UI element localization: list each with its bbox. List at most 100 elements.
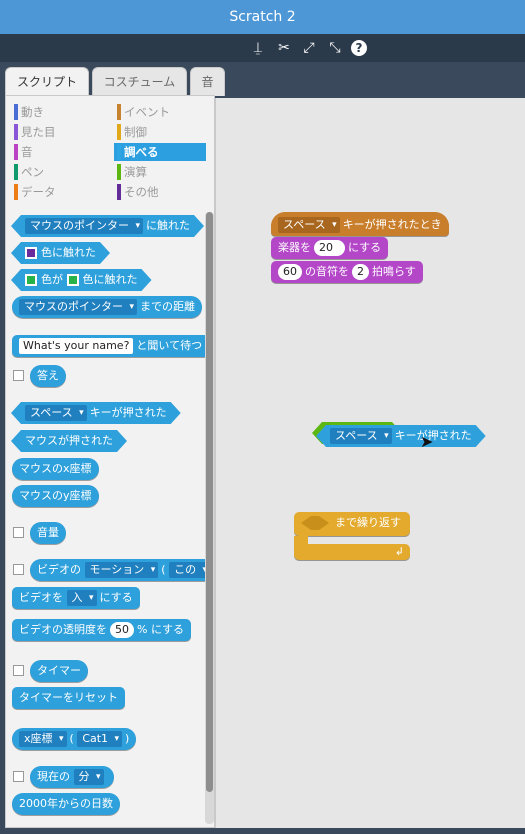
block-video-transparency[interactable]: ビデオの透明度を 50% にする <box>12 619 192 641</box>
instrument-input[interactable]: 20 <box>314 240 345 256</box>
sprite-dropdown[interactable]: Cat1 <box>77 731 123 747</box>
block-play-note[interactable]: 60 の音符を 2 拍鳴らす <box>271 261 423 283</box>
color-swatch[interactable] <box>25 247 37 259</box>
block-text: 答え <box>37 369 59 382</box>
block-text: ( <box>161 563 166 576</box>
block-text: まで繰り返す <box>335 516 401 529</box>
note-input[interactable]: 60 <box>278 264 302 280</box>
block-text: マウスのx座標 <box>19 462 92 475</box>
category-label: ペン <box>21 165 44 179</box>
palette-block-list: マウスのポインターに触れた 色に触れた 色が 色に触れた マウスのポインターまで… <box>6 211 206 827</box>
block-text: 色に触れた <box>41 246 96 259</box>
distance-target-dropdown[interactable]: マウスのポインター <box>19 299 137 315</box>
block-touching[interactable]: マウスのポインターに触れた <box>11 215 204 237</box>
block-text: ビデオの <box>37 563 81 576</box>
block-key-pressed-dragged[interactable]: スペースキーが押された <box>316 425 486 447</box>
block-mouse-x[interactable]: マウスのx座標 <box>12 458 99 480</box>
block-answer[interactable]: 答え <box>30 365 66 387</box>
block-text: ビデオを <box>19 591 63 604</box>
touching-target-dropdown[interactable]: マウスのポインター <box>25 218 143 234</box>
block-text: と聞いて待つ <box>136 339 203 352</box>
shrink-icon[interactable]: ⤡ <box>325 38 345 58</box>
dragged-key-dropdown[interactable]: スペース <box>330 428 392 444</box>
loop-arrow-icon: ↲ <box>394 545 404 558</box>
category-pen[interactable]: ペン <box>11 163 103 181</box>
video-attribute-dropdown[interactable]: モーション <box>84 562 159 578</box>
category-motion[interactable]: 動き <box>11 103 103 121</box>
category-color-swatch <box>117 104 121 120</box>
block-mouse-down[interactable]: マウスが押された <box>11 430 127 452</box>
block-set-instrument[interactable]: 楽器を 20 にする <box>271 237 389 259</box>
block-timer[interactable]: タイマー <box>30 660 88 682</box>
block-touching-color[interactable]: 色に触れた <box>11 242 110 264</box>
time-unit-dropdown[interactable]: 分 <box>73 769 104 785</box>
block-attribute-of[interactable]: x座標( Cat1) <box>12 728 137 750</box>
block-text: % にする <box>137 623 185 636</box>
duplicate-stamp-icon[interactable]: ⍊ <box>248 38 268 58</box>
block-text: ビデオの透明度を <box>19 623 107 636</box>
category-sensing[interactable]: 調べる <box>114 143 206 161</box>
tab-sounds[interactable]: 音 <box>190 67 225 96</box>
category-color-swatch <box>117 184 121 200</box>
category-more-blocks[interactable]: その他 <box>114 183 206 201</box>
category-color-swatch <box>117 164 121 180</box>
video-state-dropdown[interactable]: 入 <box>66 590 97 606</box>
block-mouse-y[interactable]: マウスのy座標 <box>12 485 99 507</box>
color-swatch[interactable] <box>25 274 37 286</box>
block-reset-timer[interactable]: タイマーをリセット <box>12 687 125 709</box>
block-text: の音符を <box>305 265 349 278</box>
transparency-input[interactable]: 50 <box>110 622 134 638</box>
help-icon[interactable]: ? <box>351 40 367 56</box>
category-color-swatch <box>117 144 121 160</box>
category-events[interactable]: イベント <box>114 103 206 121</box>
video-target-dropdown[interactable]: この <box>169 562 206 578</box>
block-text: キーが押されたとき <box>342 218 442 231</box>
script-area[interactable]: スペースキーが押されたとき 楽器を20にする 60の音符を2拍鳴らす スペースキ… <box>215 98 525 828</box>
block-repeat-until[interactable]: まで繰り返す <box>294 512 410 536</box>
key-dropdown[interactable]: スペース <box>25 405 87 421</box>
block-when-key-pressed[interactable]: スペースキーが押されたとき <box>271 212 449 236</box>
timer-checkbox[interactable] <box>13 665 24 676</box>
category-operators[interactable]: 演算 <box>114 163 206 181</box>
delete-scissors-icon[interactable]: ✂ <box>274 38 294 58</box>
grow-icon[interactable]: ⤢ <box>299 38 319 58</box>
ask-question-input[interactable]: What's your name? <box>19 338 134 354</box>
category-data[interactable]: データ <box>11 183 103 201</box>
block-ask-and-wait[interactable]: What's your name? と聞いて待つ <box>12 335 206 357</box>
category-color-swatch <box>14 144 18 160</box>
block-current-time[interactable]: 現在の 分 <box>30 766 114 788</box>
block-video-on[interactable]: ビデオの モーション( この <box>30 559 206 581</box>
block-key-pressed[interactable]: スペースキーが押された <box>11 402 181 424</box>
category-looks[interactable]: 見た目 <box>11 123 103 141</box>
empty-condition-slot[interactable] <box>301 516 329 530</box>
block-distance-to[interactable]: マウスのポインターまでの距離 <box>12 296 202 318</box>
color-swatch[interactable] <box>67 274 79 286</box>
category-control[interactable]: 制御 <box>114 123 206 141</box>
app-title: Scratch 2 <box>229 9 296 25</box>
block-text: 2000年からの日数 <box>19 797 113 810</box>
category-label: 調べる <box>124 145 159 159</box>
beats-input[interactable]: 2 <box>352 264 369 280</box>
category-sound[interactable]: 音 <box>11 143 103 161</box>
block-days-since-2000[interactable]: 2000年からの日数 <box>12 793 120 815</box>
category-label: 見た目 <box>21 125 56 139</box>
palette-scrollbar-thumb[interactable] <box>206 212 213 792</box>
loudness-checkbox[interactable] <box>13 527 24 538</box>
tab-costumes[interactable]: コスチューム <box>92 67 187 96</box>
block-text: 楽器を <box>278 241 311 254</box>
app-title-bar: Scratch 2 <box>0 0 525 34</box>
hat-key-dropdown[interactable]: スペース <box>278 217 340 233</box>
block-loudness[interactable]: 音量 <box>30 522 66 544</box>
attribute-dropdown[interactable]: x座標 <box>19 731 67 747</box>
block-turn-video[interactable]: ビデオを 入にする <box>12 587 140 609</box>
block-text: タイマーをリセット <box>19 691 118 704</box>
block-text: ( <box>69 732 74 745</box>
category-label: 制御 <box>124 125 147 139</box>
editor-tabs: スクリプト コスチューム 音 <box>0 62 525 97</box>
block-color-touching-color[interactable]: 色が 色に触れた <box>11 269 152 291</box>
answer-checkbox[interactable] <box>13 370 24 381</box>
current-checkbox[interactable] <box>13 771 24 782</box>
palette-scrollbar[interactable] <box>205 212 214 824</box>
tab-scripts[interactable]: スクリプト <box>5 67 89 97</box>
video-checkbox[interactable] <box>13 564 24 575</box>
